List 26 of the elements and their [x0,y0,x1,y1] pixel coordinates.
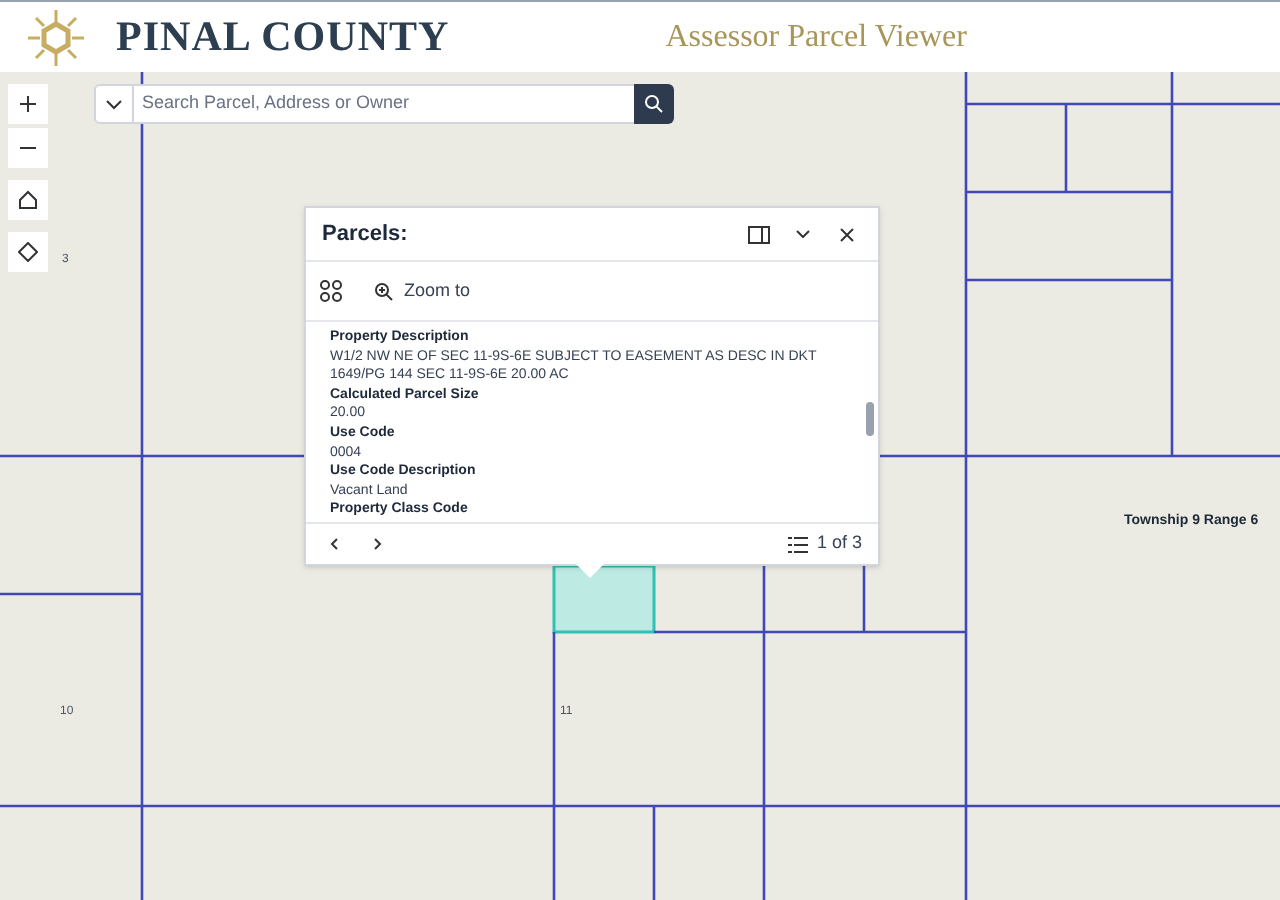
list-icon [788,535,809,553]
feature-list-button[interactable]: 1 of 3 [788,530,862,558]
dock-icon [747,225,769,243]
minus-icon [20,146,36,150]
chevron-left-icon [330,538,338,550]
locate-icon [18,242,38,262]
zoom-to-button[interactable]: Zoom to [374,277,471,305]
county-title: PINAL COUNTY [116,9,450,64]
close-icon [839,227,853,241]
locate-button[interactable] [8,232,48,272]
search-icon [644,94,664,114]
zoom-in-button[interactable] [8,84,48,124]
chevron-down-icon [106,99,122,109]
search-field[interactable]: Search Parcel, Address or Owner [134,84,634,124]
popup-title: Parcels: [322,219,410,250]
grid-icon [320,280,342,302]
scrollbar-thumb [866,402,874,436]
app-title: Assessor Parcel Viewer [665,17,967,57]
chevron-right-icon [374,538,382,550]
search-button[interactable] [634,84,674,124]
chevron-down-icon [795,230,809,238]
home-button[interactable] [8,180,48,220]
zoom-in-icon [374,281,394,301]
search-options-button[interactable] [94,84,134,124]
home-icon [18,190,38,210]
plus-icon [20,96,36,112]
